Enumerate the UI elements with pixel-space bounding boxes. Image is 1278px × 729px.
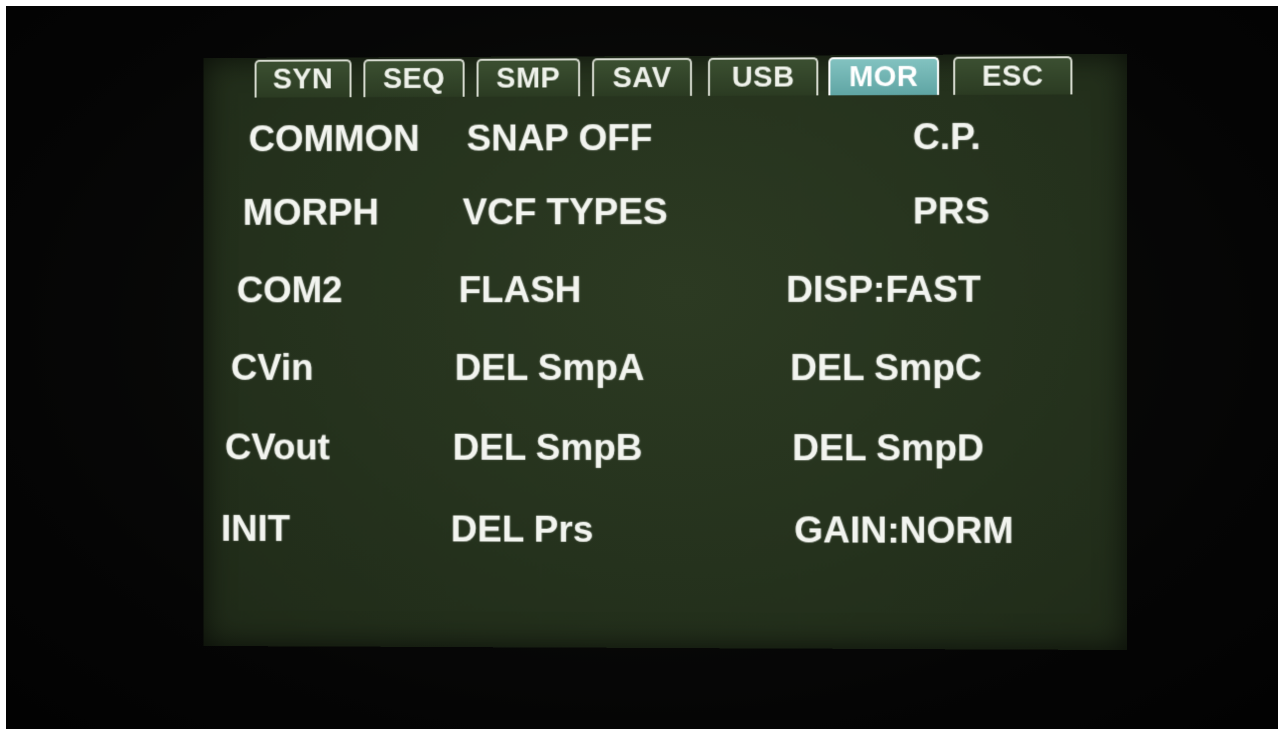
tab-esc[interactable]: ESC: [953, 56, 1073, 95]
device-bezel: SYN SEQ SMP SAV USB MOR ESC COMMON MORPH…: [6, 6, 1278, 729]
menu-cp[interactable]: C.P.: [913, 115, 981, 159]
menu-del-smpa[interactable]: DEL SmpA: [455, 346, 645, 390]
tab-mor[interactable]: MOR: [828, 56, 940, 96]
lcd-screen: SYN SEQ SMP SAV USB MOR ESC COMMON MORPH…: [203, 53, 1128, 651]
menu-prs[interactable]: PRS: [913, 189, 990, 233]
menu-morph[interactable]: MORPH: [243, 191, 379, 235]
menu-del-smpb[interactable]: DEL SmpB: [453, 426, 643, 470]
menu-del-smpd[interactable]: DEL SmpD: [792, 426, 984, 470]
menu-snap-off[interactable]: SNAP OFF: [467, 116, 653, 161]
tab-usb[interactable]: USB: [708, 57, 819, 96]
menu-del-prs[interactable]: DEL Prs: [451, 508, 594, 552]
tab-seq[interactable]: SEQ: [363, 58, 465, 98]
menu-del-smpc[interactable]: DEL SmpC: [790, 346, 982, 390]
tab-sav[interactable]: SAV: [592, 57, 693, 97]
menu-init[interactable]: INIT: [221, 507, 290, 551]
menu-flash[interactable]: FLASH: [459, 268, 582, 312]
tab-syn[interactable]: SYN: [254, 59, 352, 98]
menu-disp-fast[interactable]: DISP:FAST: [786, 268, 980, 312]
menu-cvin[interactable]: CVin: [231, 346, 314, 390]
menu-cvout[interactable]: CVout: [225, 426, 330, 470]
tab-bar: SYN SEQ SMP SAV USB MOR ESC: [254, 56, 1085, 101]
menu-com2[interactable]: COM2: [237, 268, 343, 312]
tab-smp[interactable]: SMP: [476, 58, 581, 97]
menu-vcf-types[interactable]: VCF TYPES: [463, 190, 668, 234]
menu-common[interactable]: COMMON: [249, 117, 420, 161]
menu-gain-norm[interactable]: GAIN:NORM: [794, 508, 1013, 553]
